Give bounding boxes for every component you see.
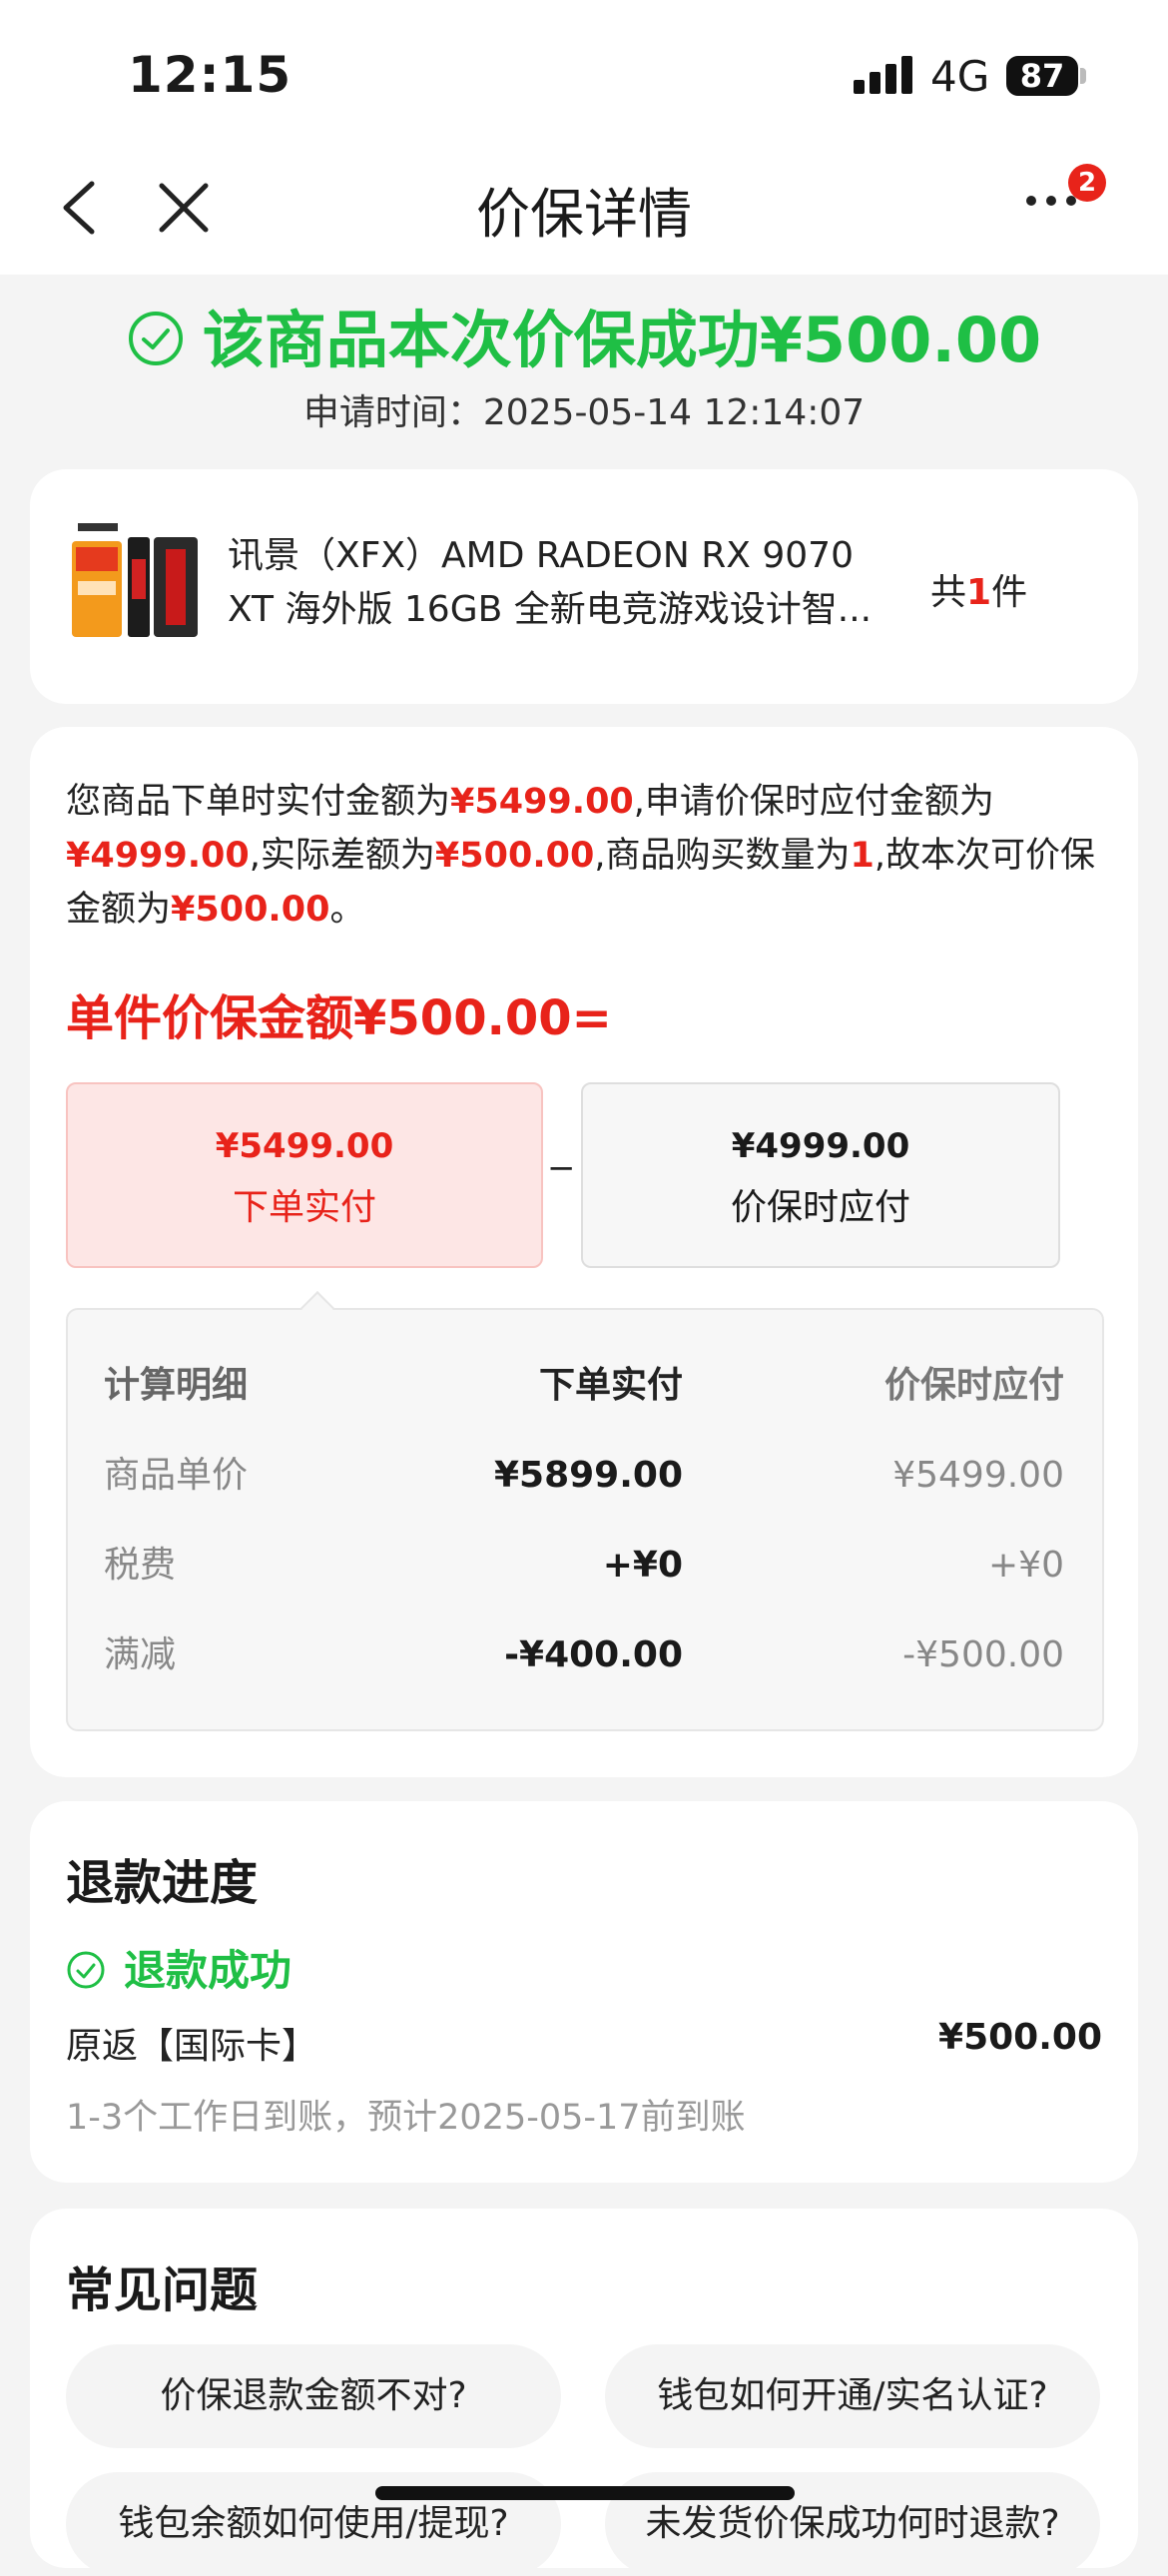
signal-icon xyxy=(854,56,913,94)
desc-text: ,实际差额为 xyxy=(249,836,435,876)
faq-item[interactable]: 价保退款金额不对? xyxy=(66,2344,561,2448)
home-indicator[interactable] xyxy=(375,2486,795,2500)
minus-sign: − xyxy=(547,1148,576,1188)
detail-due: ¥5499.00 xyxy=(892,1455,1064,1496)
refund-title: 退款进度 xyxy=(66,1855,259,1911)
paid-value: ¥5499.00 xyxy=(215,1126,394,1166)
desc-due-amount: ¥4999.00 xyxy=(66,836,250,876)
detail-paid: -¥400.00 xyxy=(504,1634,683,1675)
desc-text: 您商品下单时实付金额为 xyxy=(66,782,451,822)
detail-header-row: 计算明细 下单实付 价保时应付 xyxy=(68,1356,1102,1416)
refund-amount: ¥500.00 xyxy=(938,2017,1102,2058)
check-circle-icon xyxy=(127,310,185,367)
qty-prefix: 共 xyxy=(930,572,967,613)
detail-header: 计算明细 xyxy=(104,1365,249,1406)
due-value: ¥4999.00 xyxy=(731,1126,910,1166)
desc-quantity: 1 xyxy=(850,836,875,876)
check-circle-icon xyxy=(66,1950,106,1990)
paid-label: 下单实付 xyxy=(232,1187,376,1228)
due-amount-box[interactable]: ¥4999.00 价保时应付 xyxy=(581,1082,1060,1268)
page-title: 价保详情 xyxy=(476,183,692,246)
detail-row-tax: 税费 +¥0 +¥0 xyxy=(68,1536,1102,1596)
due-label: 价保时应付 xyxy=(730,1187,910,1228)
refund-status: 退款成功 xyxy=(66,1937,292,1998)
detail-header: 下单实付 xyxy=(538,1365,683,1406)
qty-value: 1 xyxy=(966,572,992,613)
desc-difference: ¥500.00 xyxy=(434,836,595,876)
detail-due: -¥500.00 xyxy=(902,1634,1064,1675)
refund-status-text: 退款成功 xyxy=(124,1946,292,1995)
status-time: 12:15 xyxy=(128,46,292,104)
detail-paid: +¥0 xyxy=(602,1545,683,1586)
unit-protection-amount: 单件价保金额¥500.00= xyxy=(66,990,612,1046)
detail-due: +¥0 xyxy=(988,1545,1064,1586)
battery-tip xyxy=(1080,68,1086,84)
desc-text: 。 xyxy=(329,890,365,930)
product-quantity: 共1件 xyxy=(930,563,1027,615)
detail-header: 价保时应付 xyxy=(883,1365,1064,1406)
desc-protected-amount: ¥500.00 xyxy=(171,890,330,930)
apply-time: 申请时间：2025-05-14 12:14:07 xyxy=(302,392,866,433)
detail-row-discount: 满减 -¥400.00 -¥500.00 xyxy=(68,1625,1102,1685)
result-headline: 该商品本次价保成功¥500.00 xyxy=(0,290,1168,379)
detail-paid: ¥5899.00 xyxy=(493,1455,683,1496)
qty-suffix: 件 xyxy=(991,572,1028,613)
product-name[interactable]: 讯景（XFX）AMD RADEON RX 9070 XT 海外版 16GB 全新… xyxy=(228,529,886,637)
detail-label: 税费 xyxy=(104,1545,177,1586)
refund-method: 原返【国际卡】 xyxy=(66,2026,318,2067)
desc-paid-amount: ¥5499.00 xyxy=(450,782,634,822)
detail-label: 满减 xyxy=(104,1634,177,1675)
result-text: 该商品本次价保成功¥500.00 xyxy=(202,304,1042,376)
notification-badge: 2 xyxy=(1068,164,1106,202)
detail-row-unit-price: 商品单价 ¥5899.00 ¥5499.00 xyxy=(68,1446,1102,1506)
more-icon[interactable] xyxy=(1026,196,1082,208)
battery-icon: 87 xyxy=(1006,56,1078,96)
desc-text: ,商品购买数量为 xyxy=(594,836,851,876)
product-thumbnail[interactable] xyxy=(68,519,204,645)
faq-item[interactable]: 钱包如何开通/实名认证? xyxy=(605,2344,1100,2448)
calculation-description: 您商品下单时实付金额为¥5499.00,申请价保时应付金额为 ¥4999.00,实… xyxy=(66,775,1104,937)
faq-title: 常见问题 xyxy=(66,2262,259,2318)
refund-note: 1-3个工作日到账，预计2025-05-17前到账 xyxy=(66,2098,746,2138)
calculation-detail-table: 计算明细 下单实付 价保时应付 商品单价 ¥5899.00 ¥5499.00 税… xyxy=(66,1308,1104,1731)
detail-label: 商品单价 xyxy=(104,1455,249,1496)
paid-amount-box[interactable]: ¥5499.00 下单实付 xyxy=(66,1082,543,1268)
network-label: 4G xyxy=(930,52,990,101)
desc-text: ,申请价保时应付金额为 xyxy=(633,782,994,822)
